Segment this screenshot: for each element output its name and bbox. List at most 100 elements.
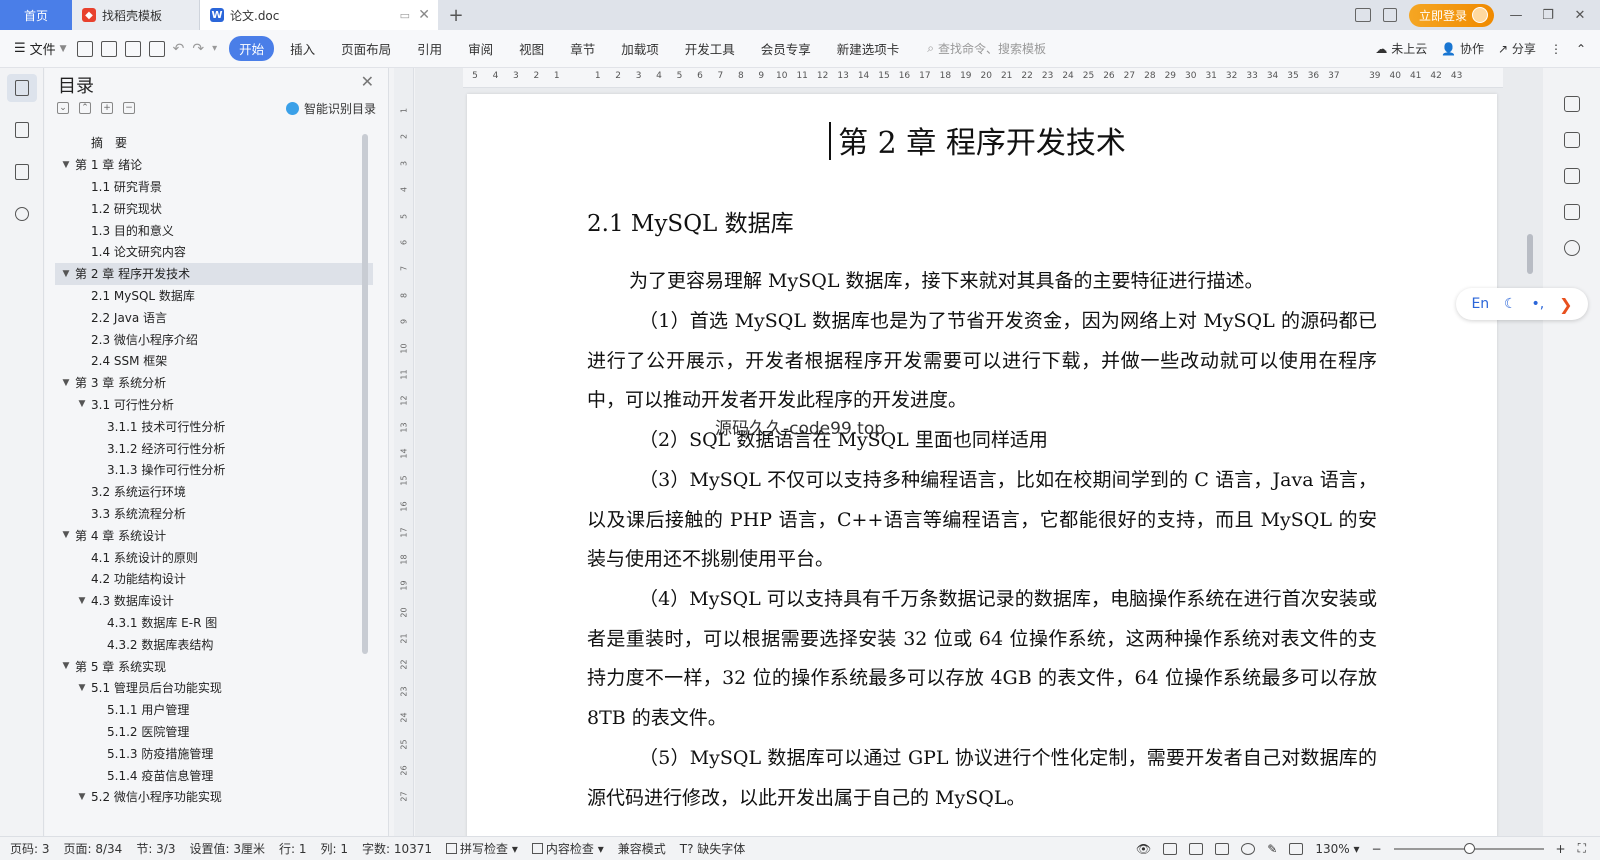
scroll-thumb[interactable] [1527, 234, 1533, 274]
toc-item[interactable]: 3.1.2 经济可行性分析 [55, 437, 373, 459]
toc-panel-button[interactable] [6, 74, 37, 102]
toc-item[interactable]: 2.3 微信小程序介绍 [55, 328, 373, 350]
chevron-down-icon[interactable]: ▼ [59, 530, 73, 540]
zoom-out-icon[interactable]: − [1371, 842, 1381, 856]
chevron-down-icon[interactable]: ▼ [59, 378, 73, 388]
cloud-status[interactable]: ☁ 未上云 [1375, 40, 1427, 57]
write-mode-icon[interactable]: ✎ [1267, 842, 1277, 856]
chevron-down-icon[interactable]: ▼ [59, 160, 73, 170]
collapse-ribbon-icon[interactable]: ⌃ [1576, 42, 1586, 56]
toc-item[interactable]: 1.1 研究背景 [55, 176, 373, 198]
toc-item[interactable]: 5.1.4 疫苗信息管理 [55, 764, 373, 786]
moon-icon[interactable]: ☾ [1504, 296, 1517, 312]
file-menu[interactable]: ☰ 文件 ▼ [14, 39, 67, 58]
ribbon-tab-layout[interactable]: 页面布局 [331, 36, 401, 61]
page-view-icon[interactable] [1163, 842, 1178, 855]
zoom-in-icon[interactable]: + [1556, 842, 1566, 856]
toc-item[interactable]: ▼ 4.3 数据库设计 [55, 590, 373, 612]
expand-all-icon[interactable]: ⌄ [57, 102, 69, 114]
toc-item[interactable]: 4.3.1 数据库 E-R 图 [55, 612, 373, 634]
reading-view-icon[interactable] [1215, 842, 1230, 855]
toc-item[interactable]: ▼ 3.1 可行性分析 [55, 394, 373, 416]
ribbon-tab-review[interactable]: 审阅 [458, 36, 503, 61]
collapse-all-icon[interactable]: ⌃ [79, 102, 91, 114]
toc-item[interactable]: 5.1.3 防疫措施管理 [55, 742, 373, 764]
ribbon-tab-home[interactable]: 开始 [229, 36, 275, 61]
toc-item[interactable]: 3.2 系统运行环境 [55, 481, 373, 503]
share-button[interactable]: ↗ 分享 [1498, 40, 1536, 57]
toc-item[interactable]: 1.3 目的和意义 [55, 219, 373, 241]
bookmark-button[interactable] [7, 158, 37, 186]
toc-item[interactable]: 摘 要 [55, 132, 373, 154]
tab-home[interactable]: 首页 [0, 0, 72, 30]
export-pdf-icon[interactable] [100, 40, 117, 57]
toc-item[interactable]: 2.4 SSM 框架 [55, 350, 373, 372]
toc-item[interactable]: 5.1.2 医院管理 [55, 721, 373, 743]
new-tab-button[interactable]: + [438, 0, 474, 30]
close-tab-icon[interactable]: ✕ [418, 7, 430, 23]
remove-heading-icon[interactable]: − [123, 102, 135, 114]
pen-icon[interactable] [1563, 96, 1580, 112]
missing-font-button[interactable]: T? 缺失字体 [680, 840, 746, 857]
document-scrollbar[interactable] [1525, 72, 1535, 812]
toc-item[interactable]: 5.1.1 用户管理 [55, 699, 373, 721]
punctuation-icon[interactable]: •, [1532, 296, 1545, 312]
toc-item[interactable]: ▼ 第 2 章 程序开发技术 [55, 262, 373, 285]
customize-chevron-icon[interactable]: ▾ [212, 43, 217, 54]
ribbon-tab-addins[interactable]: 加载项 [611, 36, 669, 61]
command-search[interactable]: ⌕ 查找命令、搜索模板 [927, 40, 1046, 57]
ribbon-tab-member[interactable]: 会员专享 [751, 36, 821, 61]
redo-icon[interactable]: ↷ [192, 41, 204, 57]
zoom-slider-knob[interactable] [1463, 842, 1475, 854]
horizontal-ruler[interactable]: 5 4 3 2 1 1 2 3 4 5 6 7 8 9 10 11 12 13 14 15 16 17 18 19 20 21 22… [463, 68, 1503, 88]
chevron-down-icon[interactable]: ▼ [75, 792, 89, 802]
document-page[interactable]: 第 2 章 程序开发技术 2.1 MySQL 数据库 为了更容易理解 MySQL… [467, 94, 1497, 836]
add-heading-icon[interactable]: + [101, 102, 113, 114]
toc-item[interactable]: 1.2 研究现状 [55, 197, 373, 219]
toc-item[interactable]: 1.4 论文研究内容 [55, 241, 373, 263]
close-icon[interactable]: ✕ [361, 72, 374, 91]
pointer-icon[interactable] [1563, 132, 1580, 148]
toc-item[interactable]: 4.1 系统设计的原则 [55, 546, 373, 568]
ribbon-tab-view[interactable]: 视图 [509, 36, 554, 61]
ribbon-tab-developer[interactable]: 开发工具 [675, 36, 745, 61]
more-icon[interactable]: ⋮ [1550, 42, 1562, 56]
toc-item[interactable]: 4.3.2 数据库表结构 [55, 633, 373, 655]
ribbon-tab-insert[interactable]: 插入 [280, 36, 325, 61]
print-preview-icon[interactable] [148, 40, 165, 57]
apps-grid-icon[interactable] [1382, 8, 1397, 22]
save-icon[interactable] [76, 40, 93, 57]
toc-item[interactable]: 3.3 系统流程分析 [55, 503, 373, 525]
smart-toc-button[interactable]: 智能识别目录 [285, 100, 376, 117]
content-check-button[interactable]: 内容检查 ▾ [531, 840, 604, 857]
find-button[interactable] [7, 200, 37, 228]
ribbon-tab-references[interactable]: 引用 [407, 36, 452, 61]
fullscreen-icon[interactable]: ⛶ [1578, 841, 1586, 856]
toc-item[interactable]: 3.1.3 操作可行性分析 [55, 459, 373, 481]
ribbon-tab-chapter[interactable]: 章节 [560, 36, 605, 61]
tab-document[interactable]: W 论文.doc ▭ ✕ [200, 0, 438, 30]
toc-item[interactable]: ▼ 第 5 章 系统实现 [55, 655, 373, 677]
toc-item[interactable]: 2.2 Java 语言 [55, 306, 373, 328]
outline-view-icon[interactable] [1189, 842, 1204, 855]
layout-icon[interactable] [1354, 8, 1371, 22]
close-window-icon[interactable]: ✕ [1570, 8, 1590, 23]
chevron-down-icon[interactable]: ▼ [59, 269, 73, 279]
toc-item[interactable]: ▼ 5.2 微信小程序功能实现 [55, 786, 373, 808]
spell-check-button[interactable]: 拼写检查 ▾ [446, 840, 518, 857]
tab-template[interactable]: ◆ 找稻壳模板 [72, 0, 200, 30]
web-view-icon[interactable] [1241, 842, 1256, 855]
eye-protect-icon[interactable]: 👁 [1136, 842, 1151, 856]
pin-icon[interactable]: ▭ [400, 9, 410, 22]
image-icon[interactable] [1563, 204, 1580, 220]
toc-item[interactable]: ▼ 第 4 章 系统设计 [55, 524, 373, 546]
toc-item[interactable]: 3.1.1 技术可行性分析 [55, 415, 373, 437]
chevron-down-icon[interactable]: ▼ [75, 399, 89, 409]
undo-icon[interactable]: ↶ [173, 41, 185, 57]
chapter-nav-button[interactable] [7, 116, 37, 144]
toc-item[interactable]: ▼ 第 1 章 绪论 [55, 154, 373, 176]
toc-item[interactable]: ▼ 5.1 管理员后台功能实现 [55, 677, 373, 699]
ime-floating-bar[interactable]: En ☾ •, ❯ [1456, 288, 1588, 320]
ribbon-tab-new[interactable]: 新建选项卡 [827, 36, 910, 61]
toc-item[interactable]: 4.2 功能结构设计 [55, 568, 373, 590]
